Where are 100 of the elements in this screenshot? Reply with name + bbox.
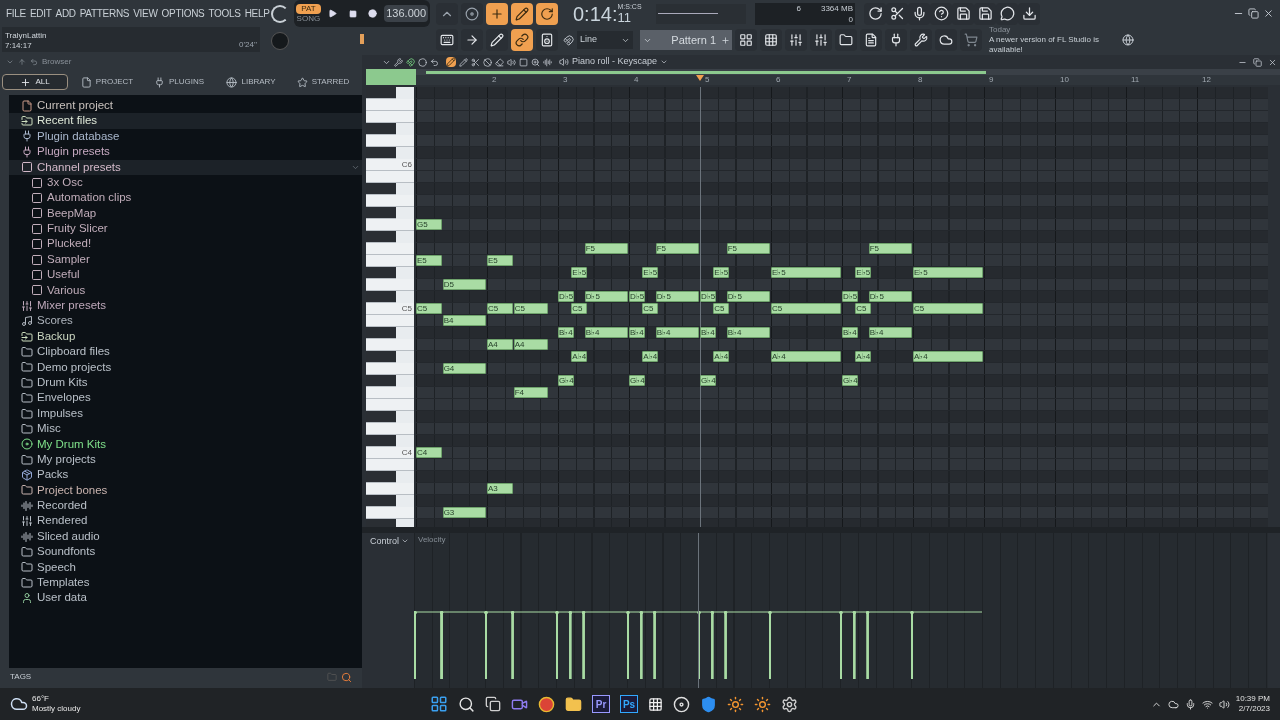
browser-item[interactable]: 3x Osc	[47, 176, 83, 189]
note[interactable]: D♭5	[584, 291, 628, 302]
browser-item[interactable]: My Drum Kits	[37, 438, 106, 451]
note[interactable]: G♭4	[558, 375, 574, 386]
note[interactable]: D♭5	[726, 291, 770, 302]
mode-toggle[interactable]: SONG	[296, 13, 321, 24]
note[interactable]: B♭4	[584, 327, 628, 338]
browser-item[interactable]: Useful	[47, 269, 80, 281]
note[interactable]: B♭4	[629, 327, 645, 338]
note[interactable]: G5	[416, 219, 442, 230]
menu-item[interactable]: PATTERNS	[79, 6, 130, 21]
browser-item[interactable]: BeepMap	[47, 207, 97, 220]
browser-item[interactable]: Drum Kits	[37, 376, 88, 389]
note[interactable]: A♭4	[713, 351, 730, 362]
note[interactable]: G♭4	[700, 375, 716, 386]
browser-item[interactable]: Soundfonts	[37, 546, 96, 558]
note[interactable]: B♭4	[868, 327, 912, 338]
piano-key[interactable]: C6	[366, 159, 414, 171]
news-text[interactable]: A newer version of FL Studio is available!	[989, 35, 1119, 55]
note[interactable]: F5	[726, 243, 770, 254]
menu-item[interactable]: ADD	[55, 6, 76, 21]
browser-item[interactable]: Mixer presets	[37, 300, 107, 312]
velocity-lane[interactable]: Velocity	[414, 533, 1268, 688]
browser-tab[interactable]: STARRED	[290, 74, 356, 90]
note[interactable]: E♭5	[855, 267, 872, 278]
browser-item[interactable]: Demo projects	[37, 361, 112, 374]
browser-item[interactable]: Channel presets	[37, 161, 121, 173]
tempo-display[interactable]: 136.000	[384, 5, 428, 22]
browser-item[interactable]: Sampler	[47, 253, 90, 266]
note[interactable]: C5	[571, 303, 588, 314]
note[interactable]: G♭4	[629, 375, 645, 386]
browser-item[interactable]: Recent files	[37, 115, 98, 127]
browser-item[interactable]: Fruity Slicer	[47, 223, 108, 235]
browser-item[interactable]: Plugin database	[37, 130, 120, 143]
note[interactable]: A♭4	[771, 351, 841, 362]
browser-item[interactable]: Speech	[37, 561, 76, 574]
browser-item[interactable]: Scores	[37, 315, 73, 327]
note[interactable]: E♭5	[571, 267, 588, 278]
note[interactable]: C5	[713, 303, 730, 314]
browser-item[interactable]: Impulses	[37, 407, 84, 420]
note[interactable]: A♭4	[855, 351, 872, 362]
note[interactable]: E♭5	[771, 267, 841, 278]
browser-item[interactable]: Sliced audio	[37, 530, 100, 543]
note[interactable]: F5	[655, 243, 699, 254]
note[interactable]: B♭4	[655, 327, 699, 338]
browser-item[interactable]: Packs	[37, 469, 69, 481]
note[interactable]: B♭4	[726, 327, 770, 338]
browser-item[interactable]: Rendered	[37, 515, 88, 527]
browser-item[interactable]: Current project	[37, 99, 114, 112]
piano-key[interactable]: C4	[366, 447, 414, 459]
note[interactable]: E♭5	[642, 267, 659, 278]
browser-tab[interactable]: ALL	[2, 74, 68, 90]
app-icon[interactable]: Pr	[592, 695, 610, 713]
note[interactable]: C5	[913, 303, 983, 314]
pattern-selector[interactable]: Pattern 1	[640, 30, 732, 50]
browser-tab[interactable]: PROJECT	[74, 74, 140, 90]
note[interactable]: B♭4	[842, 327, 858, 338]
note[interactable]: C5	[642, 303, 659, 314]
note[interactable]: E♭5	[713, 267, 730, 278]
note[interactable]: D♭5	[700, 291, 716, 302]
menu-item[interactable]: VIEW	[133, 6, 158, 21]
mode-toggle[interactable]: PAT	[296, 3, 321, 14]
menu-item[interactable]: EDIT	[29, 6, 52, 21]
note[interactable]: F5	[584, 243, 628, 254]
note[interactable]: A♭4	[642, 351, 659, 362]
note[interactable]: A♭4	[913, 351, 983, 362]
browser-item[interactable]: Envelopes	[37, 392, 91, 404]
menu-item[interactable]: FILE	[6, 6, 26, 21]
browser-item[interactable]: Backup	[37, 330, 76, 343]
browser-item[interactable]: Templates	[37, 577, 90, 589]
note[interactable]: E♭5	[913, 267, 983, 278]
browser-item[interactable]: Plucked!	[47, 238, 92, 250]
note[interactable]: A4	[513, 339, 549, 350]
note[interactable]: E5	[487, 255, 513, 266]
note[interactable]: E5	[416, 255, 442, 266]
note[interactable]: D♭5	[655, 291, 699, 302]
browser-tab[interactable]: PLUGINS	[146, 74, 212, 90]
clock-time[interactable]: 10:39 PM	[1235, 694, 1270, 704]
note[interactable]: D5	[442, 279, 486, 290]
browser-item[interactable]: Recorded	[37, 500, 87, 512]
browser-item[interactable]: Various	[47, 284, 86, 297]
browser-item[interactable]: User data	[37, 592, 87, 604]
note[interactable]: A4	[487, 339, 513, 350]
note[interactable]: D♭5	[842, 291, 858, 302]
note[interactable]: B♭4	[700, 327, 716, 338]
clock-date[interactable]: 2/7/2023	[1238, 704, 1270, 714]
browser-item[interactable]: Project bones	[37, 484, 108, 497]
timeline-ruler[interactable]: 2 3 4 5 6 7 8 9 10 11 12	[416, 75, 1280, 85]
note[interactable]: D♭5	[558, 291, 574, 302]
note[interactable]: F5	[868, 243, 912, 254]
app-icon[interactable]: Ps	[620, 695, 638, 713]
note[interactable]: C5	[855, 303, 872, 314]
browser-item[interactable]: Automation clips	[47, 192, 132, 204]
browser-item[interactable]: Clipboard files	[37, 346, 110, 358]
piano-key[interactable]: C5	[366, 303, 414, 315]
note[interactable]: C5	[416, 303, 442, 314]
menu-item[interactable]: OPTIONS	[161, 6, 205, 21]
browser-item[interactable]: Misc	[37, 423, 61, 435]
menu-item[interactable]: TOOLS	[208, 6, 241, 21]
note[interactable]: C5	[513, 303, 549, 314]
